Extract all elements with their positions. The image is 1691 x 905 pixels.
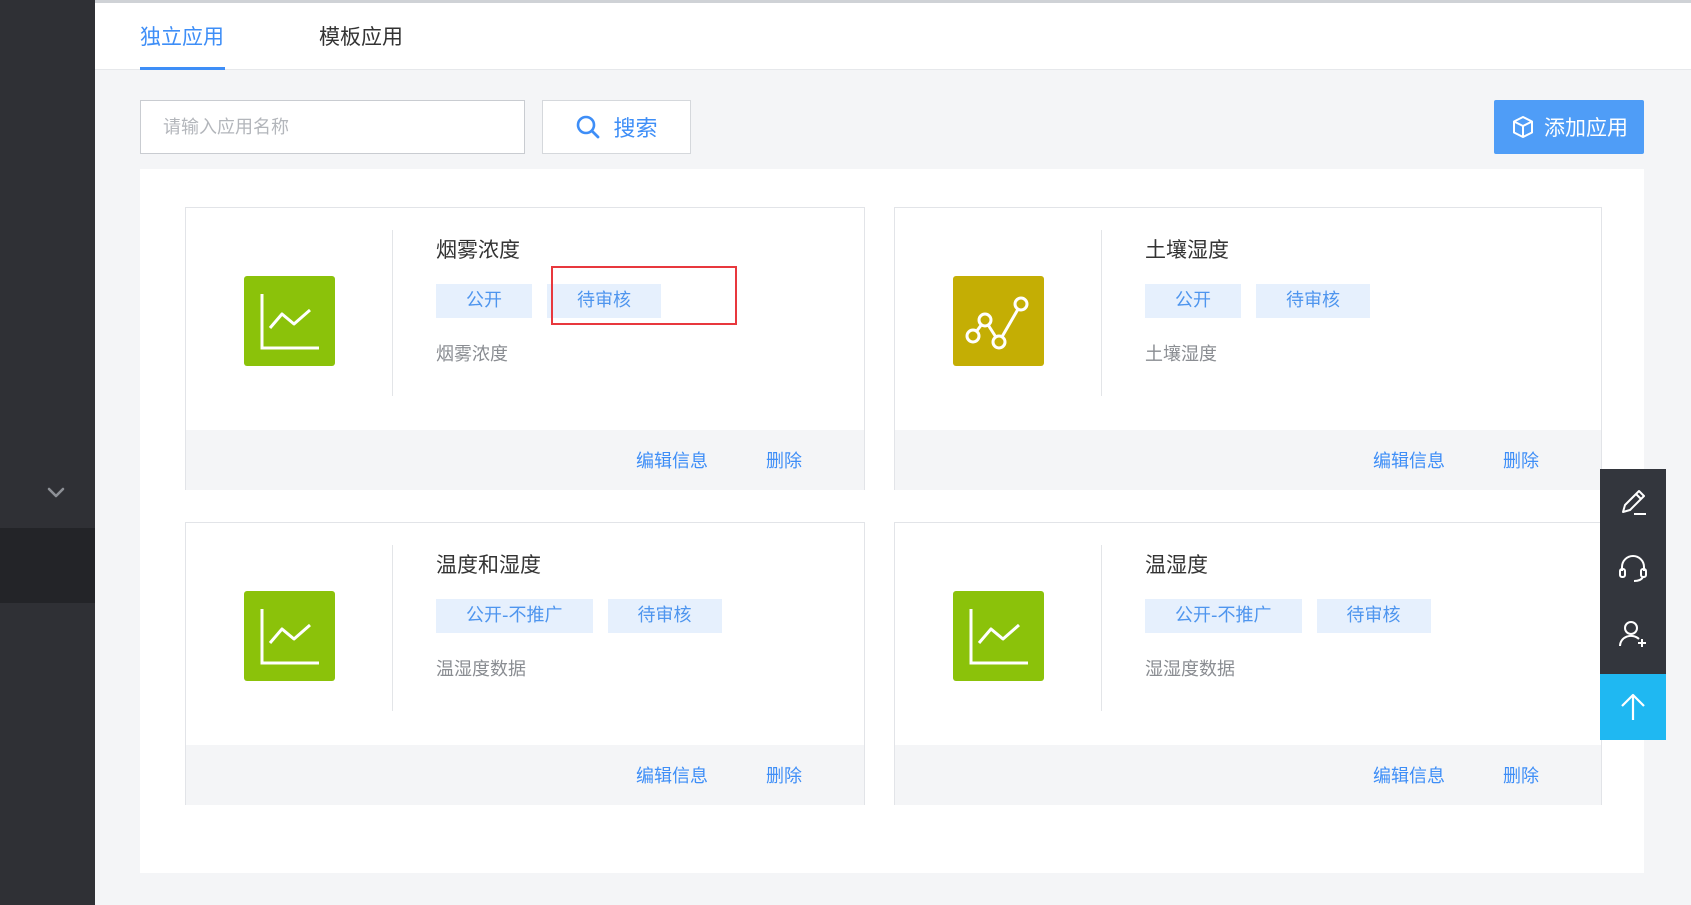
search-icon [577, 115, 600, 139]
visibility-badge: 公开 [1145, 284, 1241, 318]
edit-info-button[interactable]: 编辑信息 [636, 447, 708, 473]
app-card: 烟雾浓度 公开 待审核 烟雾浓度 编辑信息 删除 [185, 207, 865, 490]
app-title: 土壤湿度 [1145, 238, 1229, 262]
visibility-badge: 公开 [436, 284, 532, 318]
active-tab-indicator [140, 67, 225, 70]
cube-icon [1513, 116, 1533, 138]
app-card: 温度和湿度 公开-不推广 待审核 温湿度数据 编辑信息 删除 [185, 522, 865, 805]
tab-bar: 独立应用 模板应用 [95, 3, 1691, 70]
app-title: 温湿度 [1145, 553, 1208, 577]
app-title: 温度和湿度 [436, 553, 541, 577]
card-footer: 编辑信息 删除 [895, 745, 1601, 805]
sidebar-item-active[interactable] [0, 528, 95, 603]
app-description: 土壤湿度 [1145, 344, 1217, 365]
delete-button[interactable]: 删除 [1503, 762, 1539, 788]
card-divider [1101, 545, 1102, 711]
tab-standalone-apps[interactable]: 独立应用 [140, 21, 224, 51]
app-tags: 公开-不推广 待审核 [436, 599, 722, 633]
app-tags: 公开 待审核 [1145, 284, 1370, 318]
app-title: 烟雾浓度 [436, 238, 520, 262]
app-description: 湿湿度数据 [1145, 659, 1235, 680]
edit-info-button[interactable]: 编辑信息 [1373, 762, 1445, 788]
edit-icon[interactable] [1600, 469, 1666, 535]
edit-info-button[interactable]: 编辑信息 [636, 762, 708, 788]
apps-panel: 烟雾浓度 公开 待审核 烟雾浓度 编辑信息 删除 土壤湿度 公开 待审核 土壤湿… [140, 169, 1644, 873]
app-card: 温湿度 公开-不推广 待审核 湿湿度数据 编辑信息 删除 [894, 522, 1602, 805]
add-user-icon[interactable] [1600, 601, 1666, 667]
card-divider [392, 545, 393, 711]
sidebar [0, 0, 95, 905]
card-divider [1101, 230, 1102, 396]
app-card: 土壤湿度 公开 待审核 土壤湿度 编辑信息 删除 [894, 207, 1602, 490]
delete-button[interactable]: 删除 [766, 762, 802, 788]
visibility-badge: 公开-不推广 [1145, 599, 1302, 633]
line-chart-icon[interactable] [244, 591, 335, 681]
card-divider [392, 230, 393, 396]
edit-info-button[interactable]: 编辑信息 [1373, 447, 1445, 473]
node-graph-icon[interactable] [953, 276, 1044, 366]
chevron-down-icon[interactable] [45, 481, 67, 503]
delete-button[interactable]: 删除 [1503, 447, 1539, 473]
status-badge: 待审核 [547, 284, 661, 318]
card-footer: 编辑信息 删除 [186, 745, 864, 805]
app-tags: 公开-不推广 待审核 [1145, 599, 1431, 633]
card-footer: 编辑信息 删除 [186, 430, 864, 490]
app-description: 烟雾浓度 [436, 344, 508, 365]
add-app-button[interactable]: 添加应用 [1494, 100, 1644, 154]
search-button[interactable]: 搜索 [542, 100, 691, 154]
search-button-label: 搜索 [613, 117, 658, 142]
status-badge: 待审核 [607, 599, 722, 633]
headset-icon[interactable] [1600, 535, 1666, 601]
card-footer: 编辑信息 删除 [895, 430, 1601, 490]
back-to-top-button[interactable] [1600, 674, 1666, 740]
delete-button[interactable]: 删除 [766, 447, 802, 473]
arrow-up-icon [1621, 693, 1645, 720]
add-app-button-label: 添加应用 [1544, 116, 1628, 140]
tab-template-apps[interactable]: 模板应用 [319, 21, 403, 51]
visibility-badge: 公开-不推广 [436, 599, 593, 633]
main-content: 独立应用 模板应用 搜索 添加应用 烟雾浓度 [95, 0, 1691, 905]
status-badge: 待审核 [1316, 599, 1431, 633]
app-tags: 公开 待审核 [436, 284, 661, 318]
app-description: 温湿度数据 [436, 659, 526, 680]
line-chart-icon[interactable] [244, 276, 335, 366]
line-chart-icon[interactable] [953, 591, 1044, 681]
search-input[interactable] [140, 100, 525, 154]
status-badge: 待审核 [1256, 284, 1370, 318]
